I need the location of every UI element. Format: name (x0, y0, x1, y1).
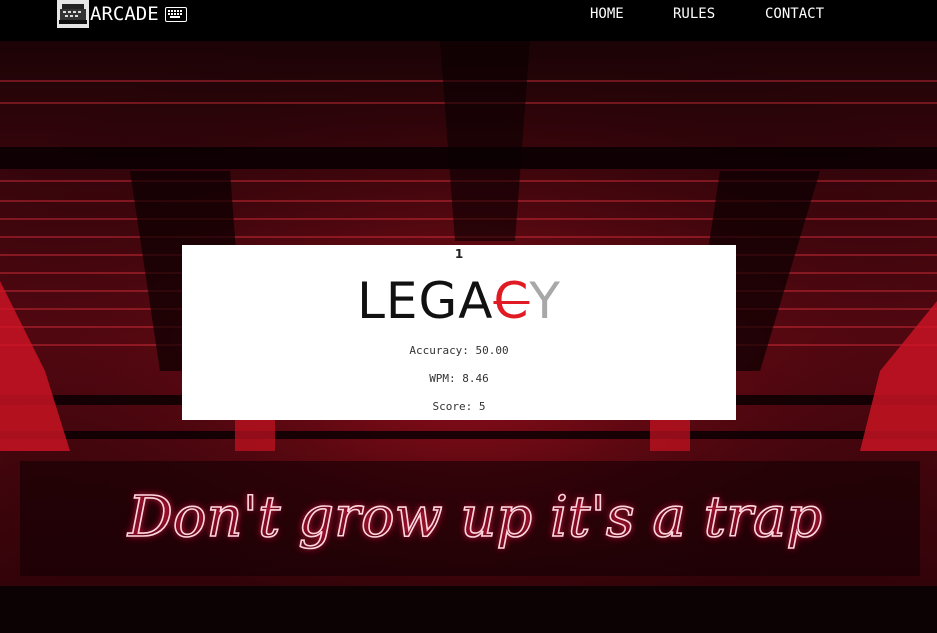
accuracy-stat: Accuracy: 50.00 (409, 344, 509, 357)
wpm-stat: WPM: 8.46 (429, 372, 489, 385)
nav-contact-link[interactable]: CONTACT (765, 0, 824, 28)
logo-text-grey: Y (529, 272, 561, 330)
brand[interactable]: ARCADE (57, 0, 187, 28)
neon-sign-text: Don't grow up it's a trap (127, 485, 822, 550)
typewriter-logo-icon (57, 0, 89, 28)
brand-name: ARCADE (90, 3, 159, 25)
nav-rules-link[interactable]: RULES (673, 0, 715, 28)
score-card: 1 LEGACY Accuracy: 50.00 WPM: 8.46 Score… (182, 245, 736, 420)
rank-number: 1 (454, 247, 464, 261)
logo-text-dark: LEGA (357, 272, 494, 330)
score-stat: Score: 5 (432, 400, 486, 413)
page: Don't grow up it's a trap Don't grow up … (0, 0, 937, 633)
nav-home-link[interactable]: HOME (590, 0, 624, 28)
navbar: ARCADE HOME RULES CONTACT (0, 0, 937, 41)
legacy-logo: LEGACY (182, 273, 736, 329)
keyboard-icon (164, 6, 187, 22)
logo-text-red: C (493, 272, 530, 330)
